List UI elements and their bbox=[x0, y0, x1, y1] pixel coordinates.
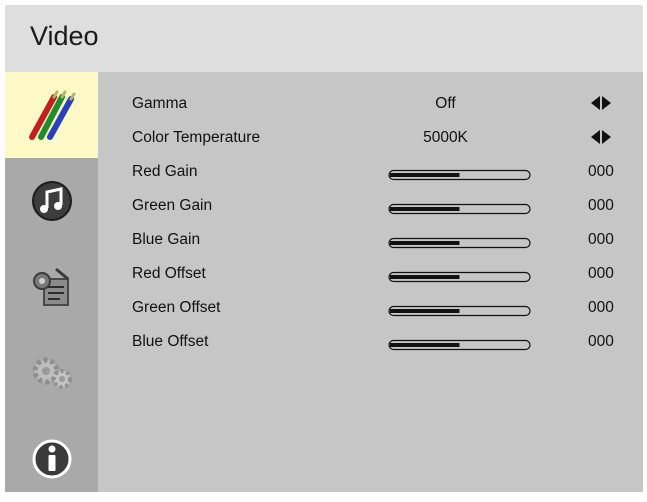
info-icon bbox=[32, 439, 71, 479]
red-offset-label: Red Offset bbox=[132, 265, 206, 282]
gears-icon bbox=[32, 357, 72, 389]
blue-offset-slider[interactable] bbox=[388, 339, 531, 351]
sidebar-item-setup[interactable] bbox=[5, 244, 98, 330]
green-gain-slider[interactable] bbox=[388, 203, 531, 215]
green-offset-label: Green Offset bbox=[132, 299, 221, 316]
blue-offset-row[interactable]: Blue Offset 000 bbox=[98, 324, 643, 360]
paintbrushes-icon bbox=[28, 90, 75, 140]
red-offset-value: 000 bbox=[588, 265, 614, 282]
gamma-row[interactable]: Gamma Off bbox=[98, 86, 643, 122]
sidebar-item-advanced[interactable] bbox=[5, 330, 98, 416]
green-gain-row[interactable]: Green Gain 000 bbox=[98, 188, 643, 224]
left-right-arrow-icon[interactable] bbox=[589, 127, 613, 147]
green-offset-value: 000 bbox=[588, 299, 614, 316]
red-gain-row[interactable]: Red Gain 000 bbox=[98, 154, 643, 190]
green-offset-slider[interactable] bbox=[388, 305, 531, 317]
green-gain-label: Green Gain bbox=[132, 197, 213, 214]
red-gain-slider[interactable] bbox=[388, 169, 531, 181]
music-note-icon bbox=[31, 181, 72, 221]
setup-tools-icon bbox=[32, 267, 69, 306]
settings-panel: Gamma Off Color Temperature 5000K Red Ga… bbox=[98, 72, 643, 492]
blue-gain-slider[interactable] bbox=[388, 237, 531, 249]
blue-offset-value: 000 bbox=[588, 333, 614, 350]
blue-gain-row[interactable]: Blue Gain 000 bbox=[98, 222, 643, 258]
color-temperature-row[interactable]: Color Temperature 5000K bbox=[98, 120, 643, 156]
red-offset-slider[interactable] bbox=[388, 271, 531, 283]
green-offset-row[interactable]: Green Offset 000 bbox=[98, 290, 643, 326]
sidebar bbox=[5, 72, 98, 492]
red-gain-value: 000 bbox=[588, 163, 614, 180]
blue-offset-label: Blue Offset bbox=[132, 333, 209, 350]
osd-menu: Video Gamma Off Color Temperature 5000K … bbox=[5, 5, 643, 492]
sidebar-item-video[interactable] bbox=[5, 72, 98, 158]
red-gain-label: Red Gain bbox=[132, 163, 198, 180]
gamma-value: Off bbox=[435, 95, 456, 112]
color-temperature-value: 5000K bbox=[423, 129, 468, 146]
green-gain-value: 000 bbox=[588, 197, 614, 214]
blue-gain-value: 000 bbox=[588, 231, 614, 248]
sidebar-item-audio[interactable] bbox=[5, 158, 98, 244]
red-offset-row[interactable]: Red Offset 000 bbox=[98, 256, 643, 292]
left-right-arrow-icon[interactable] bbox=[589, 93, 613, 113]
color-temperature-label: Color Temperature bbox=[132, 129, 261, 146]
gamma-label: Gamma bbox=[132, 95, 188, 112]
blue-gain-label: Blue Gain bbox=[132, 231, 201, 248]
page-title: Video bbox=[30, 21, 99, 51]
header-bar: Video bbox=[5, 5, 643, 72]
sidebar-item-info[interactable] bbox=[5, 416, 98, 502]
